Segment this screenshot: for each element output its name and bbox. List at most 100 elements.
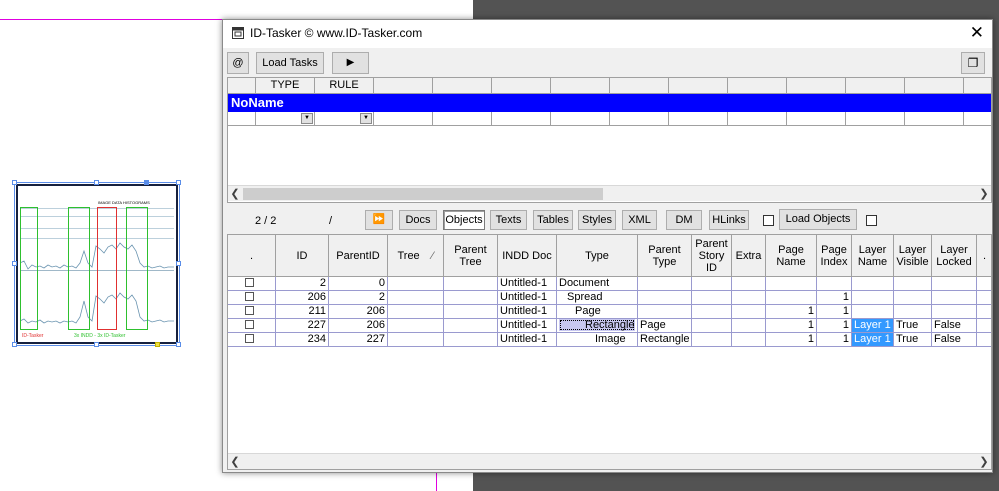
cell-select[interactable] bbox=[228, 291, 276, 305]
cell-indd-doc[interactable]: Untitled-1 bbox=[498, 333, 557, 347]
cell-select[interactable] bbox=[228, 305, 276, 319]
row-checkbox[interactable] bbox=[245, 306, 254, 315]
cell-id[interactable]: 206 bbox=[276, 291, 329, 305]
document-thumbnail[interactable]: IMAGE DATA HISTOGRAMS ID-Tasker 3x INDD … bbox=[16, 184, 178, 344]
cell-parent-story-id[interactable] bbox=[692, 305, 732, 319]
resize-handle[interactable] bbox=[12, 342, 17, 347]
grid-cell[interactable] bbox=[610, 112, 669, 126]
cell-select[interactable] bbox=[228, 333, 276, 347]
cell-page-index[interactable]: 1 bbox=[817, 319, 852, 333]
docs-button[interactable]: Docs bbox=[399, 210, 437, 230]
row-checkbox[interactable] bbox=[245, 320, 254, 329]
grid-header-rule[interactable]: RULE bbox=[315, 78, 374, 94]
row-checkbox[interactable] bbox=[245, 292, 254, 301]
cell-parentid[interactable]: 206 bbox=[329, 305, 388, 319]
cell-page-index[interactable]: 1 bbox=[817, 333, 852, 347]
chevron-down-icon[interactable]: ▼ bbox=[360, 113, 372, 124]
cell-extra[interactable] bbox=[732, 333, 766, 347]
cell-layer-visible[interactable]: True bbox=[894, 333, 932, 347]
cell-type[interactable]: Spread bbox=[557, 291, 638, 305]
cell-extra[interactable] bbox=[732, 305, 766, 319]
column-header-page-name[interactable]: Page Name bbox=[766, 235, 817, 277]
column-header-extra[interactable]: Extra bbox=[732, 235, 766, 277]
cell-indd-doc[interactable]: Untitled-1 bbox=[498, 319, 557, 333]
cell-parentid[interactable]: 227 bbox=[329, 333, 388, 347]
grid-cell[interactable] bbox=[787, 112, 846, 126]
cell-layer-visible[interactable] bbox=[894, 277, 932, 291]
cell-layer-name[interactable]: Layer 1 bbox=[852, 319, 894, 333]
cell-page-name[interactable]: 1 bbox=[766, 333, 817, 347]
noname-group-row[interactable]: NoName bbox=[228, 94, 991, 112]
column-header-indd-doc[interactable]: INDD Doc bbox=[498, 235, 557, 277]
content-grabber-handle[interactable] bbox=[155, 342, 160, 347]
row-checkbox[interactable] bbox=[245, 334, 254, 343]
cell-parent-type[interactable]: Rectangle bbox=[638, 333, 692, 347]
cell-page-index[interactable]: 1 bbox=[817, 305, 852, 319]
cell-id[interactable]: 234 bbox=[276, 333, 329, 347]
hlinks-button[interactable]: HLinks bbox=[709, 210, 749, 230]
dm-button[interactable]: DM bbox=[666, 210, 702, 230]
scroll-right-icon[interactable]: ❯ bbox=[977, 455, 991, 469]
column-header-layer-visible[interactable]: Layer Visible bbox=[894, 235, 932, 277]
scrollbar-thumb[interactable] bbox=[243, 188, 603, 200]
cell-parent-story-id[interactable] bbox=[692, 333, 732, 347]
grid-cell[interactable] bbox=[669, 112, 728, 126]
grid-cell[interactable] bbox=[228, 112, 256, 126]
tasks-grid[interactable]: TYPE RULE NoName ▼ ▼ ❮ ❯ bbox=[227, 77, 992, 203]
objects-horizontal-scrollbar[interactable]: ❮ ❯ bbox=[228, 453, 991, 469]
cell-select[interactable] bbox=[228, 319, 276, 333]
cell-select[interactable] bbox=[228, 277, 276, 291]
grid-cell[interactable] bbox=[492, 112, 551, 126]
close-icon[interactable]: ✕ bbox=[970, 24, 984, 42]
fast-forward-button[interactable]: ⏩ bbox=[365, 210, 393, 230]
xml-button[interactable]: XML bbox=[622, 210, 657, 230]
cell-tree[interactable] bbox=[388, 333, 444, 347]
cell-page-name[interactable] bbox=[766, 291, 817, 305]
cell-page-index[interactable] bbox=[817, 277, 852, 291]
cell-page-index[interactable]: 1 bbox=[817, 291, 852, 305]
cell-filler[interactable] bbox=[977, 333, 991, 347]
cell-id[interactable]: 2 bbox=[276, 277, 329, 291]
resize-handle[interactable] bbox=[176, 180, 181, 185]
cell-filler[interactable] bbox=[977, 291, 991, 305]
resize-handle[interactable] bbox=[176, 342, 181, 347]
cell-parent-tree[interactable] bbox=[444, 333, 498, 347]
tables-button[interactable]: Tables bbox=[533, 210, 573, 230]
texts-button[interactable]: Texts bbox=[490, 210, 527, 230]
scroll-left-icon[interactable]: ❮ bbox=[228, 187, 242, 201]
tasks-horizontal-scrollbar[interactable]: ❮ ❯ bbox=[228, 185, 991, 201]
cell-parent-story-id[interactable] bbox=[692, 319, 732, 333]
cell-layer-visible[interactable] bbox=[894, 305, 932, 319]
option-checkbox[interactable] bbox=[866, 215, 877, 226]
row-checkbox[interactable] bbox=[245, 278, 254, 287]
objects-button[interactable]: Objects bbox=[443, 210, 485, 230]
cell-page-name[interactable]: 1 bbox=[766, 319, 817, 333]
cell-parent-tree[interactable] bbox=[444, 305, 498, 319]
cell-indd-doc[interactable]: Untitled-1 bbox=[498, 305, 557, 319]
cell-parent-type[interactable] bbox=[638, 277, 692, 291]
cell-id[interactable]: 211 bbox=[276, 305, 329, 319]
cell-tree[interactable] bbox=[388, 305, 444, 319]
grid-cell[interactable] bbox=[846, 112, 905, 126]
styles-button[interactable]: Styles bbox=[578, 210, 616, 230]
cell-parentid[interactable]: 0 bbox=[329, 277, 388, 291]
cell-layer-name[interactable] bbox=[852, 277, 894, 291]
scroll-left-icon[interactable]: ❮ bbox=[228, 455, 242, 469]
cell-parent-story-id[interactable] bbox=[692, 291, 732, 305]
cell-parent-tree[interactable] bbox=[444, 291, 498, 305]
run-button[interactable]: ▶ bbox=[332, 52, 369, 74]
grid-header-type[interactable]: TYPE bbox=[256, 78, 315, 94]
cell-layer-name[interactable] bbox=[852, 305, 894, 319]
cell-parent-story-id[interactable] bbox=[692, 277, 732, 291]
column-header-layer-locked[interactable]: Layer Locked bbox=[932, 235, 977, 277]
load-tasks-button[interactable]: Load Tasks bbox=[256, 52, 324, 74]
restore-button[interactable]: ❐ bbox=[961, 52, 985, 74]
cell-extra[interactable] bbox=[732, 291, 766, 305]
cell-filler[interactable] bbox=[977, 277, 991, 291]
cell-parent-tree[interactable] bbox=[444, 277, 498, 291]
resize-handle[interactable] bbox=[94, 342, 99, 347]
cell-layer-name[interactable] bbox=[852, 291, 894, 305]
cell-indd-doc[interactable]: Untitled-1 bbox=[498, 277, 557, 291]
column-header-parent-story-id[interactable]: Parent Story ID bbox=[692, 235, 732, 277]
cell-layer-locked[interactable] bbox=[932, 277, 977, 291]
